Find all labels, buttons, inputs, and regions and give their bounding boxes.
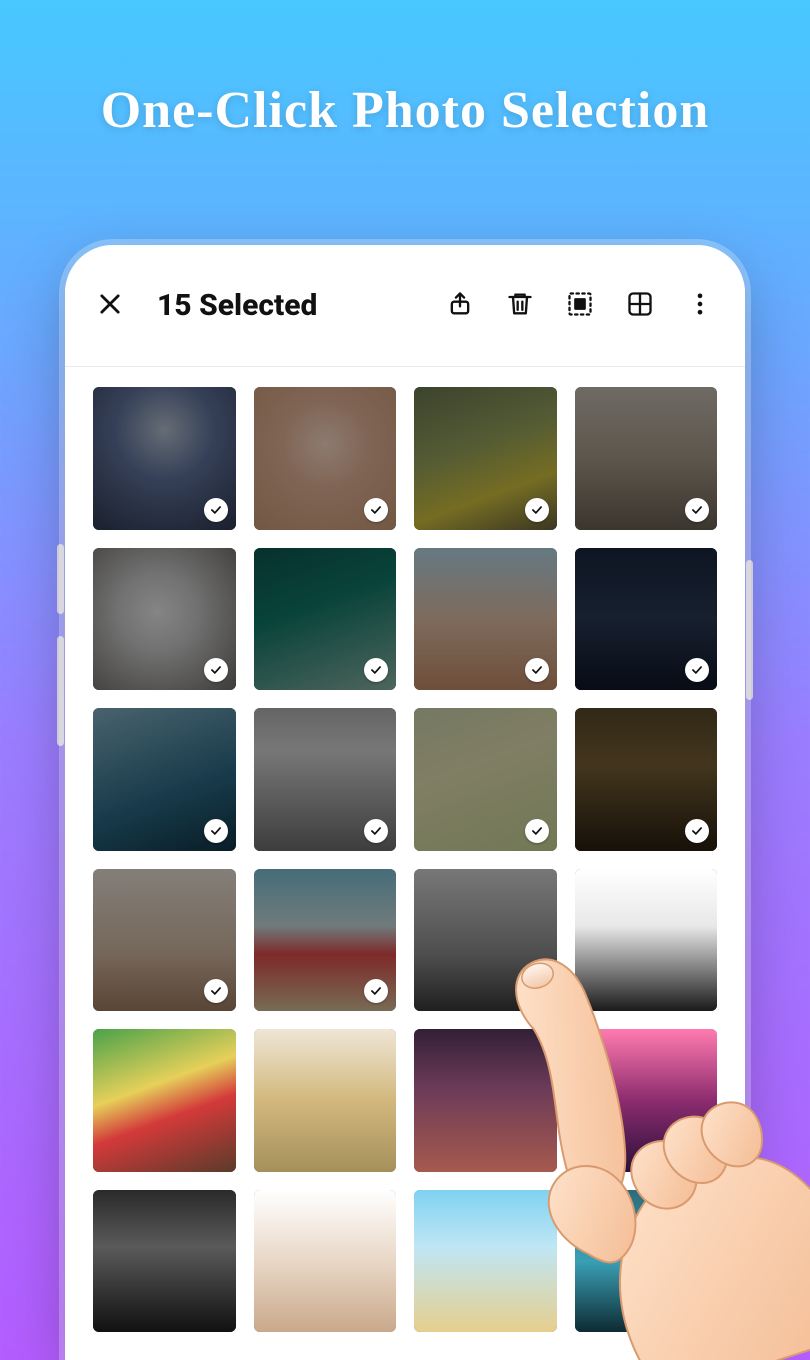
- photo-art: [254, 1190, 397, 1333]
- selection-toolbar: 15 Selected: [65, 245, 745, 367]
- check-icon: [685, 819, 709, 843]
- phone-frame: 15 Selected: [65, 245, 745, 1360]
- power-button-shell: [746, 560, 753, 700]
- photo-thumb[interactable]: [414, 1029, 557, 1172]
- photo-art: [93, 1190, 236, 1333]
- trash-icon: [506, 290, 534, 321]
- photo-thumb[interactable]: [93, 869, 236, 1012]
- check-icon: [364, 819, 388, 843]
- promo-stage: One-Click Photo Selection 15 Selected: [0, 0, 810, 1360]
- photo-thumb[interactable]: [575, 708, 718, 851]
- check-icon: [685, 498, 709, 522]
- photo-art: [414, 1190, 557, 1333]
- selected-count-label: 15 Selected: [157, 288, 317, 323]
- share-icon: [446, 290, 474, 321]
- photo-thumb[interactable]: [414, 1190, 557, 1333]
- photo-thumb[interactable]: [414, 548, 557, 691]
- photo-thumb[interactable]: [254, 387, 397, 530]
- select-all-icon: [566, 290, 594, 321]
- photo-art: [414, 1029, 557, 1172]
- photo-thumb[interactable]: [254, 548, 397, 691]
- check-icon: [204, 498, 228, 522]
- hero-title: One-Click Photo Selection: [0, 82, 810, 139]
- collage-grid-icon: [626, 290, 654, 321]
- check-icon: [525, 979, 549, 1003]
- more-vertical-icon: [686, 290, 714, 321]
- photo-art: [575, 1029, 718, 1172]
- volume-up-button-shell: [57, 544, 64, 614]
- photo-thumb[interactable]: [575, 869, 718, 1012]
- volume-down-button-shell: [57, 636, 64, 746]
- share-button[interactable]: [433, 279, 487, 333]
- photo-art: [93, 1029, 236, 1172]
- check-icon: [364, 498, 388, 522]
- check-icon: [525, 498, 549, 522]
- photo-thumb[interactable]: [254, 869, 397, 1012]
- delete-button[interactable]: [493, 279, 547, 333]
- check-icon: [364, 979, 388, 1003]
- photo-thumb[interactable]: [575, 1190, 718, 1333]
- check-icon: [204, 979, 228, 1003]
- photo-thumb[interactable]: [414, 869, 557, 1012]
- photo-thumb[interactable]: [93, 387, 236, 530]
- photo-thumb[interactable]: [575, 548, 718, 691]
- photo-art: [575, 1190, 718, 1333]
- photo-thumb[interactable]: [414, 387, 557, 530]
- photo-thumb[interactable]: [254, 1029, 397, 1172]
- photo-art: [254, 1029, 397, 1172]
- photo-thumb[interactable]: [93, 1029, 236, 1172]
- check-icon: [204, 819, 228, 843]
- photo-thumb[interactable]: [414, 708, 557, 851]
- photo-thumb[interactable]: [93, 548, 236, 691]
- photo-thumb[interactable]: [254, 708, 397, 851]
- close-button[interactable]: [83, 279, 137, 333]
- photo-art: [575, 869, 718, 1012]
- check-icon: [364, 658, 388, 682]
- check-icon: [685, 658, 709, 682]
- photo-thumb[interactable]: [93, 1190, 236, 1333]
- check-icon: [204, 658, 228, 682]
- close-icon: [96, 290, 124, 321]
- photo-thumb[interactable]: [575, 1029, 718, 1172]
- photo-thumb[interactable]: [254, 1190, 397, 1333]
- photo-grid: [93, 387, 717, 1332]
- collage-button[interactable]: [613, 279, 667, 333]
- check-icon: [525, 819, 549, 843]
- check-icon: [525, 658, 549, 682]
- photo-thumb[interactable]: [575, 387, 718, 530]
- select-all-button[interactable]: [553, 279, 607, 333]
- photo-thumb[interactable]: [93, 708, 236, 851]
- photo-grid-viewport[interactable]: [65, 367, 745, 1360]
- more-button[interactable]: [673, 279, 727, 333]
